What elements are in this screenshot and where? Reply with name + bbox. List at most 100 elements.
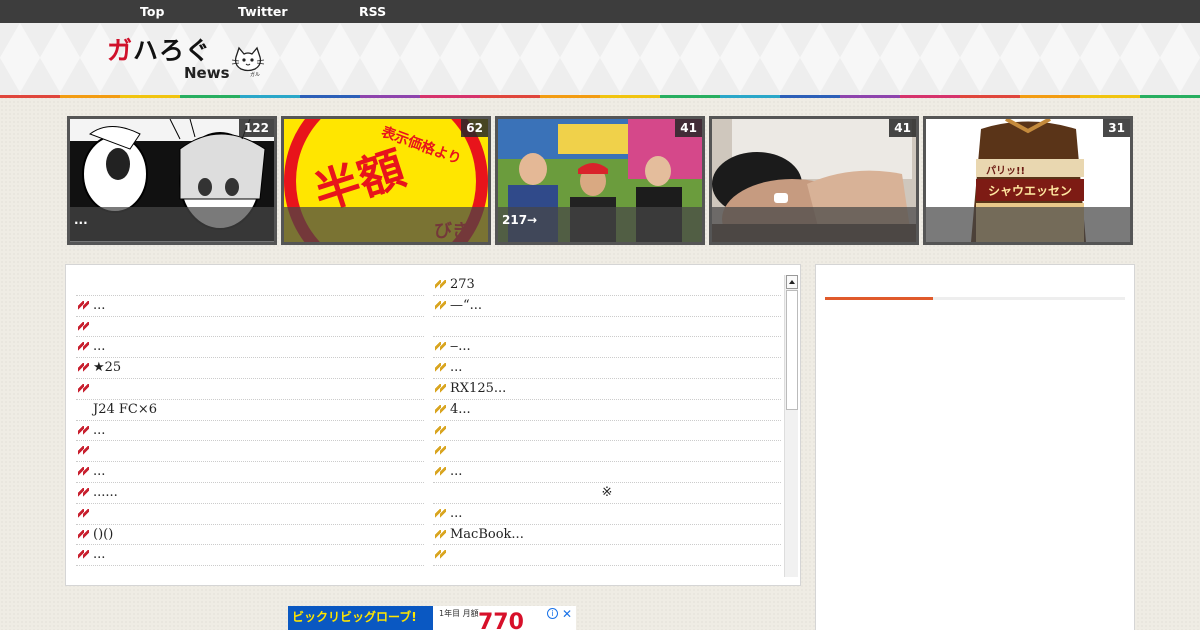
- headline-text[interactable]: ※: [433, 483, 781, 503]
- comment-count-badge: 41: [889, 119, 916, 137]
- ad-info-icon[interactable]: i: [547, 608, 558, 619]
- double-chevron-bullet-icon: [435, 404, 446, 415]
- headline-text[interactable]: ()(): [93, 527, 113, 542]
- double-chevron-bullet-icon: [435, 467, 446, 478]
- double-chevron-bullet-icon: [435, 280, 446, 290]
- double-chevron-bullet-icon: [435, 342, 446, 353]
- headline-row[interactable]: [76, 441, 424, 463]
- double-chevron-bullet-icon: [435, 446, 446, 457]
- headline-row[interactable]: 273: [433, 275, 781, 296]
- headline-row[interactable]: [433, 545, 781, 567]
- featured-thumbnails: 122 ... 半額 表示価格より びき 62 41 21: [67, 116, 1133, 245]
- logo-wordmark: ガハろぐ: [107, 36, 212, 65]
- headline-text[interactable]: ...: [450, 360, 462, 375]
- nav-twitter-link[interactable]: Twitter: [238, 4, 288, 19]
- thumb-card[interactable]: 半額 表示価格より びき 62: [281, 116, 491, 245]
- ad-price: 770: [478, 610, 524, 630]
- ad-small-text: 1年目 月額: [439, 609, 479, 618]
- double-chevron-bullet-icon: [435, 425, 446, 436]
- thumb-caption: [926, 207, 1130, 242]
- headline-column-right: 273 —“... ‒...... RX125... 4...... ※... MacBoo…: [433, 275, 781, 567]
- double-chevron-bullet-icon: [78, 508, 89, 519]
- scroll-up-arrow-icon[interactable]: [786, 275, 798, 289]
- headline-text[interactable]: ...: [93, 423, 105, 438]
- sidebar-tab-underline: [825, 297, 1125, 300]
- headline-row[interactable]: ...: [76, 337, 424, 359]
- headline-row[interactable]: RX125...: [433, 379, 781, 400]
- thumb-card[interactable]: 122 ...: [67, 116, 277, 245]
- double-chevron-bullet-icon: [78, 467, 89, 478]
- cat-mascot-icon: ガル: [231, 46, 265, 77]
- headline-row[interactable]: ※: [433, 483, 781, 504]
- double-chevron-bullet-icon: [78, 529, 89, 540]
- comment-count-badge: 62: [461, 119, 488, 137]
- headline-row[interactable]: ★25: [76, 358, 424, 379]
- headline-row[interactable]: [76, 275, 424, 296]
- headline-text[interactable]: ...: [450, 506, 462, 521]
- headline-text[interactable]: 273: [450, 277, 475, 292]
- headline-row[interactable]: J24 FC×6: [76, 400, 424, 421]
- double-chevron-bullet-icon: [435, 508, 446, 519]
- double-chevron-bullet-icon: [78, 487, 89, 498]
- headline-row[interactable]: [76, 317, 424, 338]
- scrollbar-thumb[interactable]: [786, 290, 798, 410]
- headline-row[interactable]: [76, 504, 424, 525]
- headline-row[interactable]: ...: [433, 462, 781, 483]
- headline-text[interactable]: MacBook...: [450, 527, 524, 542]
- headline-row[interactable]: ()(): [76, 525, 424, 546]
- headline-column-left: ...... ★25 J24 FC×6............ ()()...: [76, 275, 424, 567]
- thumb-card[interactable]: 41 217→: [495, 116, 705, 245]
- headline-row[interactable]: [76, 379, 424, 400]
- headline-row[interactable]: ...: [76, 462, 424, 483]
- double-chevron-bullet-icon: [78, 363, 89, 374]
- double-chevron-bullet-icon: [78, 321, 89, 332]
- thumb-card[interactable]: パリッ!! シャウエッセン 31: [923, 116, 1133, 245]
- thumb-card[interactable]: 41: [709, 116, 919, 245]
- headline-row[interactable]: ‒...: [433, 337, 781, 359]
- ad-close-icon[interactable]: ✕: [560, 607, 574, 621]
- headline-row[interactable]: 4...: [433, 400, 781, 421]
- headline-row[interactable]: ...: [76, 421, 424, 442]
- list-scrollbar[interactable]: [784, 275, 798, 577]
- nav-rss-link[interactable]: RSS: [359, 4, 386, 19]
- headline-text[interactable]: ...: [93, 298, 105, 313]
- svg-text:パリッ!!: パリッ!!: [986, 165, 1025, 177]
- headline-row[interactable]: MacBook...: [433, 525, 781, 546]
- headline-text[interactable]: ......: [93, 485, 118, 500]
- headline-row[interactable]: ...: [76, 545, 424, 567]
- ad-banner[interactable]: ビックリビッグローブ! 1年目 月額 770 i ✕: [288, 606, 576, 630]
- ad-offer: 1年目 月額 770 i ✕: [433, 606, 576, 630]
- headline-row[interactable]: [433, 317, 781, 338]
- headline-row[interactable]: ...: [76, 296, 424, 317]
- headline-list-panel: ...... ★25 J24 FC×6............ ()()... 273…: [65, 264, 801, 586]
- headline-text[interactable]: —“...: [450, 298, 482, 313]
- header-rainbow-divider: [0, 95, 1200, 98]
- comment-count-badge: 122: [238, 119, 274, 137]
- headline-text[interactable]: RX125...: [450, 381, 506, 396]
- thumb-caption: 217→: [498, 207, 702, 242]
- comment-count-badge: 31: [1103, 119, 1130, 137]
- headline-row[interactable]: —“...: [433, 296, 781, 317]
- double-chevron-bullet-icon: [435, 550, 446, 561]
- headline-text[interactable]: ‒...: [450, 339, 471, 354]
- headline-text[interactable]: 4...: [450, 402, 471, 417]
- headline-row[interactable]: ......: [76, 483, 424, 504]
- thumb-caption: ...: [70, 207, 274, 242]
- headline-row[interactable]: [433, 441, 781, 463]
- headline-text[interactable]: ...: [93, 339, 105, 354]
- double-chevron-bullet-icon: [78, 342, 89, 353]
- double-chevron-bullet-icon: [78, 383, 89, 394]
- nav-top-link[interactable]: Top: [140, 4, 164, 19]
- site-logo[interactable]: ガハろぐ News ガル: [107, 31, 267, 85]
- double-chevron-bullet-icon: [435, 529, 446, 540]
- thumb-caption: [284, 207, 488, 242]
- headline-row[interactable]: ...: [433, 358, 781, 379]
- headline-text[interactable]: ...: [450, 464, 462, 479]
- headline-text[interactable]: ★25: [93, 360, 121, 375]
- double-chevron-bullet-icon: [78, 550, 89, 561]
- headline-text[interactable]: ...: [93, 547, 105, 562]
- headline-row[interactable]: ...: [433, 504, 781, 525]
- headline-text[interactable]: J24 FC×6: [93, 402, 157, 417]
- headline-row[interactable]: [433, 421, 781, 442]
- headline-text[interactable]: ...: [93, 464, 105, 479]
